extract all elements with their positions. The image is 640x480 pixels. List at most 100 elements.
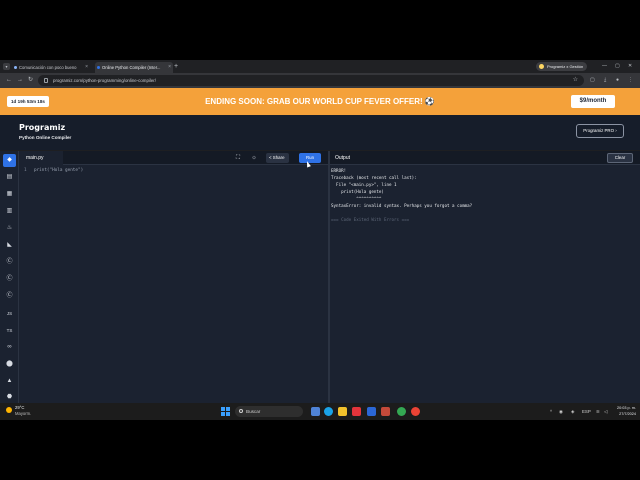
output-line: Traceback (most recent call last): bbox=[331, 175, 417, 180]
taskbar-app-icon[interactable] bbox=[311, 407, 320, 416]
file-tab-main-py[interactable]: main.py bbox=[19, 151, 63, 165]
wifi-icon[interactable]: ≋ bbox=[596, 407, 600, 416]
output-exit-status: === Code Exited With Errors === bbox=[331, 217, 410, 222]
tab-comunicacion[interactable]: Comunicación con poco bueno × bbox=[12, 62, 90, 73]
site-header: Programiz Python Online Compiler Program… bbox=[0, 115, 640, 150]
share-label: Share bbox=[272, 155, 285, 160]
minimize-button[interactable]: — bbox=[602, 61, 607, 72]
system-clock[interactable]: 20:03 p. m. 27/7/2024 bbox=[614, 406, 636, 417]
download-icon[interactable]: ⤓ bbox=[604, 76, 606, 85]
promo-price-button[interactable]: $9/month bbox=[571, 95, 615, 108]
output-line: print(Hola gente) bbox=[331, 189, 384, 194]
sql-icon[interactable]: ▤ bbox=[3, 171, 16, 184]
output-line: SyntaxError: invalid syntax. Perhaps you… bbox=[331, 203, 473, 208]
language-sidebar: ◆ ▤ ▦ ▥ ♨ ◣ Ⓒ Ⓒ Ⓒ JS TS ∞ ⬤ ▲ ⬣ bbox=[0, 151, 19, 405]
favicon-icon bbox=[97, 66, 100, 69]
weather-desc: Mayorm. bbox=[15, 411, 32, 416]
java-icon[interactable]: ♨ bbox=[3, 222, 16, 235]
close-window-button[interactable]: ✕ bbox=[628, 61, 632, 72]
python-icon[interactable]: ◆ bbox=[3, 154, 16, 167]
output-line: ERROR! bbox=[331, 168, 347, 173]
promo-banner[interactable]: 1d 19h 53m 18s ENDING SOON: GRAB OUR WOR… bbox=[0, 88, 640, 115]
store-icon[interactable] bbox=[367, 407, 376, 416]
line-number: 1 bbox=[24, 168, 27, 173]
output-title: Output bbox=[335, 155, 351, 161]
code-line[interactable]: 1 print("Hola gente") bbox=[19, 167, 328, 175]
profile-chip[interactable]: Programiz x Gestión bbox=[536, 62, 588, 71]
profile-label: Programiz x Gestión bbox=[547, 64, 584, 69]
php-icon[interactable]: ⬤ bbox=[3, 358, 16, 371]
edge-icon[interactable] bbox=[324, 407, 333, 416]
db-icon[interactable]: ▥ bbox=[3, 205, 16, 218]
windows-taskbar: 29°C Mayorm. Buscar ^ ◉ ◈ ESP ≋ ◁ 20:03 … bbox=[0, 403, 640, 420]
output-line: ^^^^^^^^^^ bbox=[331, 196, 382, 201]
site-info-icon[interactable] bbox=[44, 78, 48, 83]
forward-arrow-icon[interactable]: → bbox=[17, 76, 23, 85]
taskbar-search[interactable]: Buscar bbox=[235, 406, 303, 417]
swift-icon[interactable]: ▲ bbox=[3, 375, 16, 388]
tab-label: Online Python Compiler (Inter... bbox=[102, 65, 161, 70]
output-toolbar: Output Clear bbox=[330, 151, 640, 165]
share-button[interactable]: < Share bbox=[266, 153, 289, 163]
clear-button[interactable]: Clear bbox=[607, 153, 633, 163]
browser-window: ▾ Comunicación con poco bueno × Online P… bbox=[0, 60, 640, 420]
promo-text: ENDING SOON: GRAB OUR WORLD CUP FEVER OF… bbox=[205, 97, 435, 106]
theme-toggle-icon[interactable]: ☼ bbox=[249, 153, 259, 163]
taskbar-app-icon[interactable] bbox=[381, 407, 390, 416]
new-tab-button[interactable]: + bbox=[174, 61, 178, 72]
navigation-bar: ← → ↻ programiz.com/python-programming/o… bbox=[0, 73, 640, 88]
js-icon[interactable]: JS bbox=[3, 307, 16, 320]
address-bar[interactable]: programiz.com/python-programming/online-… bbox=[38, 75, 584, 86]
code-editor-panel: main.py ⛶ ☼ < Share Run 1 print("Hola ge… bbox=[19, 151, 328, 405]
run-button[interactable]: Run bbox=[299, 153, 321, 163]
reload-icon[interactable]: ↻ bbox=[28, 76, 33, 85]
extensions-icon[interactable]: ▢ bbox=[590, 76, 595, 85]
cpp-icon[interactable]: Ⓒ bbox=[3, 273, 16, 286]
chrome-profile-icon[interactable] bbox=[411, 407, 420, 416]
csharp-icon[interactable]: Ⓒ bbox=[3, 290, 16, 303]
tab-strip: ▾ Comunicación con poco bueno × Online P… bbox=[0, 60, 640, 73]
output-line: File "<main.py>", line 1 bbox=[331, 182, 397, 187]
kotlin-icon[interactable]: ◣ bbox=[3, 239, 16, 252]
chrome-icon[interactable] bbox=[397, 407, 406, 416]
back-arrow-icon[interactable]: ← bbox=[6, 76, 12, 85]
rust-icon[interactable]: ⬣ bbox=[3, 392, 16, 403]
tab-label: Comunicación con poco bueno bbox=[19, 65, 77, 70]
screen: ▾ Comunicación con poco bueno × Online P… bbox=[0, 0, 640, 480]
url-text: programiz.com/python-programming/online-… bbox=[53, 78, 156, 83]
windows-start-icon[interactable] bbox=[221, 407, 230, 416]
volume-icon[interactable]: ◁ bbox=[604, 407, 607, 416]
search-icon bbox=[239, 409, 243, 413]
account-icon[interactable]: ● bbox=[616, 76, 619, 85]
ts-icon[interactable]: TS bbox=[3, 324, 16, 337]
close-tab-icon[interactable]: × bbox=[168, 62, 171, 73]
maximize-button[interactable]: ▢ bbox=[615, 61, 620, 72]
editor-toolbar: main.py ⛶ ☼ < Share Run bbox=[19, 151, 328, 168]
search-label: Buscar bbox=[246, 409, 261, 414]
programiz-logo[interactable]: Programiz bbox=[19, 123, 65, 133]
clock-date: 27/7/2024 bbox=[619, 411, 636, 416]
page-subtitle: Python Online Compiler bbox=[19, 135, 72, 140]
favicon-icon bbox=[14, 66, 17, 69]
output-panel: Output Clear ERROR! Traceback (most rece… bbox=[330, 151, 640, 405]
menu-icon[interactable]: ⋮ bbox=[628, 76, 633, 85]
programiz-pro-button[interactable]: Programiz PRO › bbox=[576, 124, 624, 138]
bookmark-star-icon[interactable]: ☆ bbox=[573, 75, 578, 86]
file-explorer-icon[interactable] bbox=[338, 407, 347, 416]
html-icon[interactable]: ▦ bbox=[3, 188, 16, 201]
close-tab-icon[interactable]: × bbox=[85, 62, 88, 73]
tab-online-python-compiler[interactable]: Online Python Compiler (Inter... × bbox=[95, 62, 173, 73]
c-icon[interactable]: Ⓒ bbox=[3, 256, 16, 269]
fullscreen-icon[interactable]: ⛶ bbox=[233, 153, 243, 163]
tray-overflow-icon[interactable]: ^ bbox=[550, 407, 552, 416]
tab-search-icon[interactable]: ▾ bbox=[3, 63, 10, 70]
clock-time: 20:03 p. m. bbox=[617, 406, 636, 410]
taskbar-app-icon[interactable] bbox=[352, 407, 361, 416]
tray-app-icon[interactable]: ◈ bbox=[571, 407, 574, 416]
code-text[interactable]: print("Hola gente") bbox=[34, 167, 83, 175]
profile-avatar-icon bbox=[539, 64, 544, 69]
tray-language[interactable]: ESP bbox=[582, 407, 591, 416]
go-icon[interactable]: ∞ bbox=[3, 341, 16, 354]
tray-app-icon[interactable]: ◉ bbox=[559, 407, 563, 416]
